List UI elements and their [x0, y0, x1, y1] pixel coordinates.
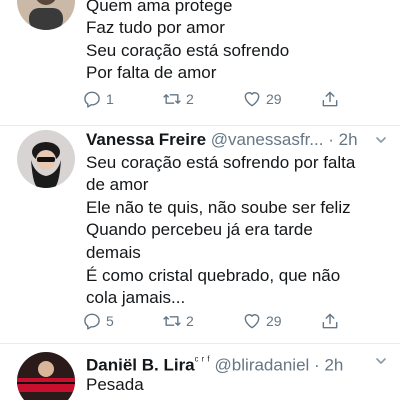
tweet-menu-button[interactable] — [374, 133, 388, 147]
reply-icon — [84, 91, 100, 108]
tweet-text-line: Pesada — [86, 375, 144, 394]
tweet-actions: 1 2 29 — [82, 87, 382, 111]
retweet-count: 2 — [186, 313, 194, 329]
like-button[interactable]: 29 — [242, 309, 282, 333]
retweet-button[interactable]: 2 — [162, 309, 194, 333]
tweet-text-line: É como cristal quebrado, que não — [86, 266, 341, 285]
share-icon — [322, 91, 338, 107]
tweet-header: Vanessa Freire @vanessasfr... · 2h — [86, 128, 358, 152]
tweet-header: Daniël B. Liraᶜ ʳ ᶠ @bliradaniel · 2h — [86, 349, 343, 375]
share-button[interactable] — [320, 309, 340, 333]
avatar-image — [17, 130, 75, 188]
tweet-text-line: demais — [86, 243, 141, 262]
tweet-actions: 5 2 29 — [82, 309, 382, 333]
author-handle[interactable]: @vanessasfr... — [211, 130, 324, 149]
heart-icon — [244, 314, 260, 329]
avatar-image — [17, 352, 75, 400]
avatar[interactable] — [17, 0, 75, 30]
tweet-3[interactable]: Daniël B. Liraᶜ ʳ ᶠ @bliradaniel · 2h Pe… — [0, 344, 400, 400]
author-name-badge: ᶜ ʳ ᶠ — [194, 355, 210, 367]
tweet-text-line: Por falta de amor — [86, 63, 217, 82]
avatar-image — [17, 0, 75, 30]
like-count: 29 — [266, 313, 282, 329]
avatar[interactable] — [17, 352, 75, 400]
retweet-button[interactable]: 2 — [162, 87, 194, 111]
tweet-1[interactable]: Quem ama protege Faz tudo por amor Seu c… — [0, 0, 400, 125]
retweet-icon — [163, 316, 181, 326]
like-button[interactable]: 29 — [242, 87, 282, 111]
tweet-time[interactable]: 2h — [339, 130, 358, 149]
avatar[interactable] — [17, 130, 75, 188]
tweet-text-line: Quem ama protege — [86, 0, 233, 15]
reply-count: 1 — [106, 91, 114, 107]
tweet-2[interactable]: Vanessa Freire @vanessasfr... · 2h Seu c… — [0, 126, 400, 346]
author-name[interactable]: Vanessa Freire — [86, 130, 206, 149]
tweet-text-line: Seu coração está sofrendo — [86, 41, 290, 60]
separator-dot: · — [314, 355, 320, 375]
author-handle[interactable]: @bliradaniel — [215, 356, 310, 375]
tweet-text-line: cola jamais... — [86, 288, 186, 307]
like-count: 29 — [266, 91, 282, 107]
retweet-count: 2 — [186, 91, 194, 107]
author-name[interactable]: Daniël B. Lira — [86, 356, 195, 375]
retweet-icon — [163, 94, 181, 104]
share-icon — [322, 313, 338, 329]
chevron-down-icon — [376, 358, 386, 364]
tweet-time[interactable]: 2h — [324, 356, 343, 375]
tweet-text-line: de amor — [86, 175, 149, 194]
tweet-menu-button[interactable] — [374, 354, 388, 368]
tweet-text-line: Quando percebeu já era tarde — [86, 220, 313, 239]
tweet-text-line: Seu coração está sofrendo por falta — [86, 153, 356, 172]
tweet-text-line: Ele não te quis, não soube ser feliz — [86, 198, 351, 217]
reply-icon — [84, 313, 100, 330]
separator-dot: · — [328, 130, 334, 149]
reply-button[interactable]: 1 — [82, 87, 114, 111]
reply-button[interactable]: 5 — [82, 309, 114, 333]
chevron-down-icon — [376, 137, 386, 143]
tweet-text-line: Faz tudo por amor — [86, 18, 225, 37]
heart-icon — [244, 92, 260, 107]
reply-count: 5 — [106, 313, 114, 329]
share-button[interactable] — [320, 87, 340, 111]
